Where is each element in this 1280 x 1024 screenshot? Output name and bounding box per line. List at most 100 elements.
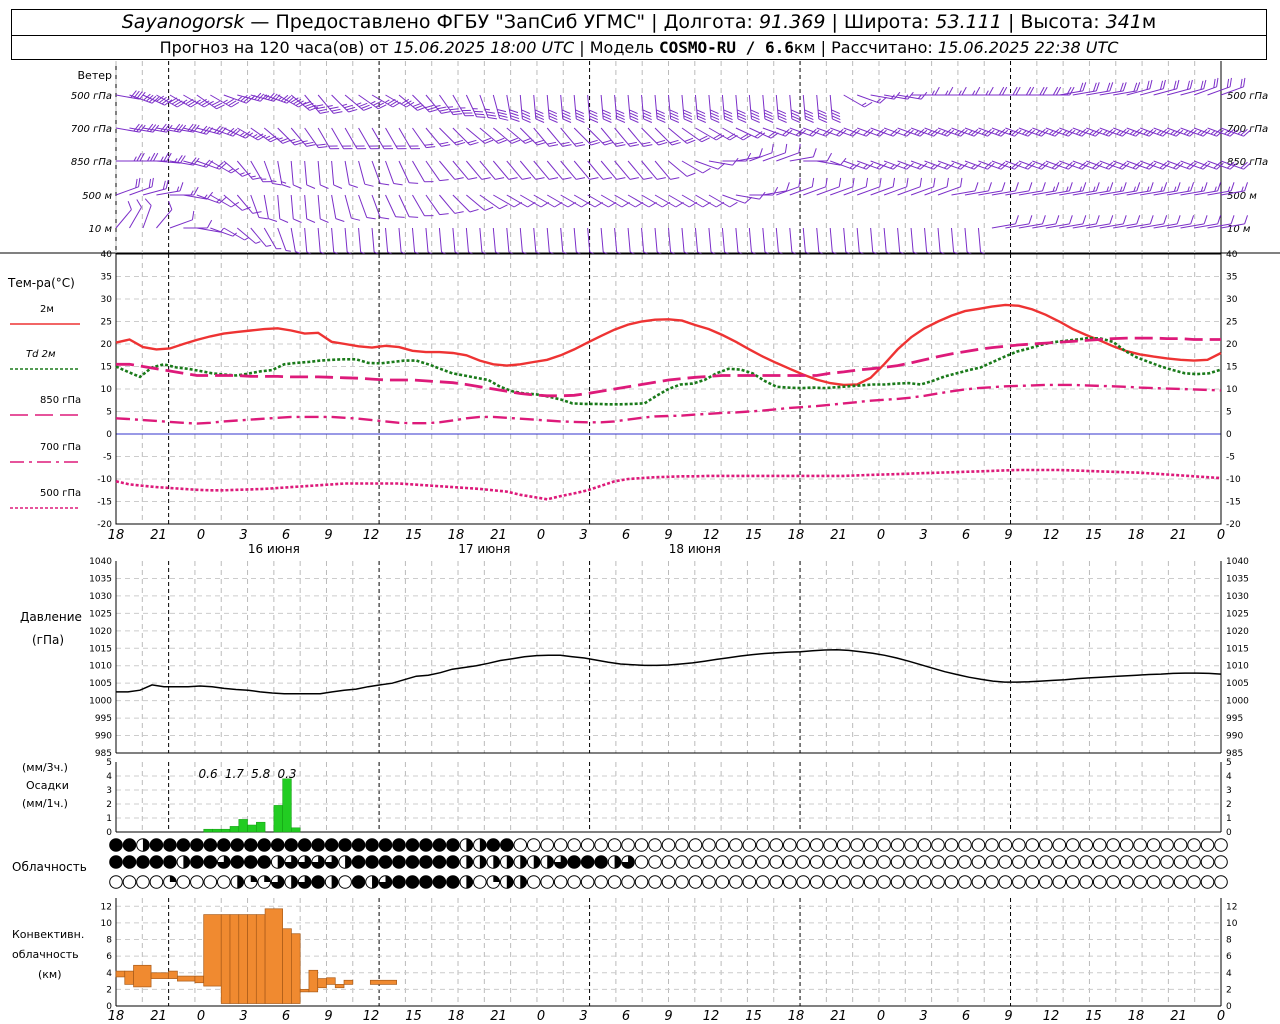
pressure-ytick: 1030 [89,592,112,602]
cloud-circle [432,875,447,889]
cloud-circle [904,875,918,889]
wind-barb-shaft [1180,190,1205,196]
cloud-circle [850,875,864,889]
cloud-circle [998,875,1013,889]
wind-barb-flag [476,116,486,118]
cloud-cover-symbol [998,855,1013,869]
wind-barb-flag [302,140,308,143]
cloud-cover-symbol [486,855,501,869]
wind-barb-shaft [789,156,814,162]
wind-barb-shaft [250,227,267,247]
temp-ytick: 25 [101,318,112,328]
wind-barb-shaft [830,186,853,196]
cloud-sector [277,855,285,869]
wind-barb-flag [250,175,256,178]
cloud-circle [405,875,420,889]
wind-barb-shaft [290,194,294,219]
wind-barb-shaft [317,194,321,219]
cloud-circle [432,838,447,852]
wind-barb [385,194,405,218]
wind-barb-flag [239,172,245,175]
cloud-circle [297,838,312,852]
wind-barb [735,148,763,162]
cloud-cover-symbol [176,855,191,869]
wind-barb [654,160,680,180]
wind-barb-shaft [1032,160,1056,170]
cloud-circle [1092,855,1107,869]
wind-barb-shaft [1045,223,1070,229]
cloud-cover-symbol [782,875,797,889]
wind-barb-flag [934,86,940,96]
cloud-cover-symbol [985,855,999,869]
cloud-circle [378,855,393,869]
wind-barb-shaft [156,94,178,108]
wind-barb-shaft [870,94,895,100]
wind-barb-shaft [1166,160,1190,170]
temp-xtick: 0 [877,528,885,543]
wind-barb-flag [627,141,638,145]
cloud-sector [331,875,338,889]
cloud-cover-symbol [1065,855,1080,869]
wind-level-label-right: 500 гПа [1227,91,1268,102]
wind-barb-shaft [519,227,523,252]
wind-barb-shaft [465,227,469,252]
wind-barb-flag [196,99,201,103]
cloud-cover-symbol [1012,838,1026,852]
wind-barb-shaft [1018,223,1043,229]
cloud-cover-symbol [688,838,703,852]
cloud-circle [634,875,649,889]
wind-barb-shaft [331,194,337,219]
cloud-circle [136,855,150,869]
wind-barb-flag [1042,182,1046,191]
wind-barb-flag [1244,215,1248,224]
conv-title: Конвективн. [12,928,84,941]
cloud-cover-symbol [607,855,622,869]
wind-barb-flag [1230,215,1235,224]
wind-barb-shaft [830,160,853,170]
conv-bar [282,928,292,1004]
conv-xtick: 0 [197,1009,205,1024]
wind-level-label: 500 гПа [71,91,112,102]
wind-barb-shaft [641,160,658,180]
cloud-circle [284,838,298,852]
cloud-cover-symbol [823,875,838,889]
temp-xtick: 18 [1128,528,1145,543]
cloud-cover-symbol [850,855,864,869]
precip-ytick: 5 [106,758,112,768]
cloud-circle [661,875,676,889]
wind-barb-shaft [614,160,631,180]
cloud-sector [169,875,177,882]
cloud-circle [203,855,218,869]
wind-barb [654,94,666,123]
precip-bar [220,828,231,833]
cloud-cover-symbol [1187,838,1201,852]
wind-barb-shaft [668,227,672,252]
cloud-cover-symbol [1119,838,1134,852]
wind-barb-flag [943,164,949,169]
wind-barb-flag [602,177,612,180]
cloud-cover-symbol [257,855,272,869]
wind-barb-flag [562,177,572,180]
wind-barb [924,227,932,255]
cloud-cover-symbol [904,838,918,852]
cloud-sector [520,855,527,869]
conv-xtick: 9 [1004,1009,1012,1024]
wind-barb-shaft [856,186,880,196]
wind-barb-flag [1001,182,1006,191]
wind-barb [762,94,774,123]
cloud-circle [567,838,581,852]
cloud-cover-symbol [432,855,447,869]
wind-barb-shaft [1126,160,1150,170]
wind-barb-shaft [142,205,152,229]
wind-barb-shaft [1018,190,1043,196]
cloud-circle [823,855,838,869]
wind-barb [290,227,301,254]
wind-barb-flag [1244,182,1248,191]
wind-barb [856,227,865,255]
wind-barb [506,227,514,255]
cloud-circle [230,855,245,869]
wind-barb-shaft [304,127,319,148]
cloud-circle [419,875,433,889]
pressure-ytick: 1025 [89,609,112,619]
wind-barb-shaft [412,194,425,217]
